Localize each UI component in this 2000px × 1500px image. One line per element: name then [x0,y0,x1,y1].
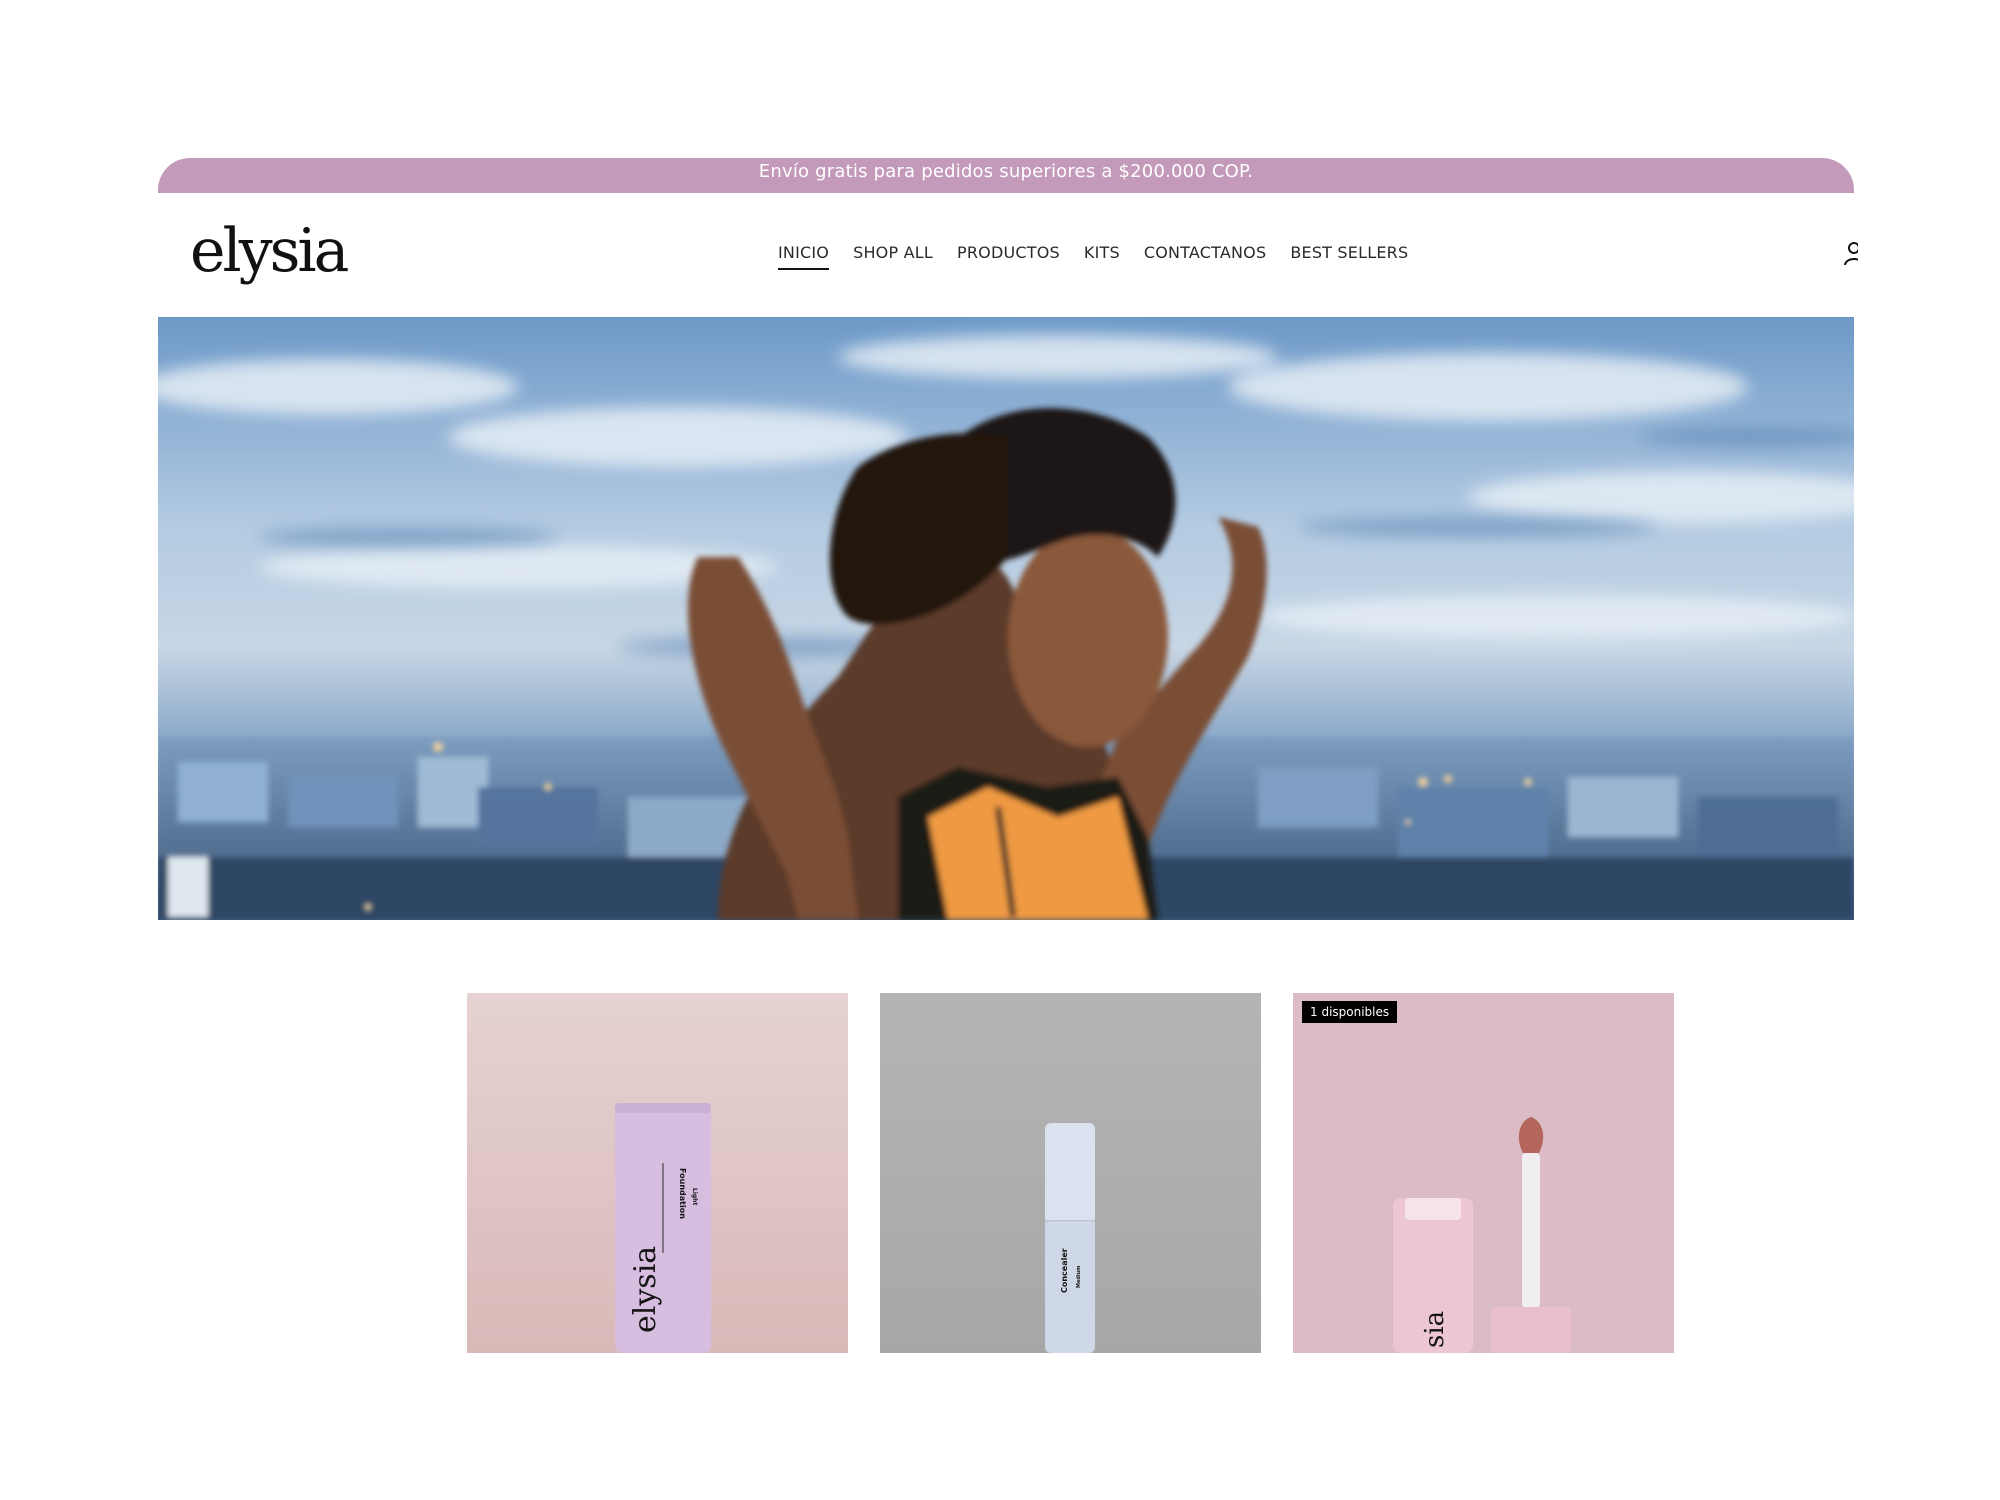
nav-item-inicio[interactable]: INICIO [778,243,830,270]
product-tube-shade: Medium [1076,1266,1082,1288]
user-icon[interactable] [1844,239,1858,269]
nav-item-productos[interactable]: PRODUCTOS [957,243,1060,270]
product-grid: elysia Foundation Light Concealer Medium [467,993,1674,1353]
announcement-text: Envío gratis para pedidos superiores a $… [758,161,1254,182]
page: Envío gratis para pedidos superiores a $… [0,0,2000,1500]
product-image-lip-gloss: sia [1293,993,1674,1353]
product-card-lip-gloss[interactable]: sia 1 disponibles [1293,993,1674,1353]
site-frame: Envío gratis para pedidos superiores a $… [158,158,1858,920]
product-image-concealer: Concealer Medium [880,993,1261,1353]
hero-banner[interactable] [158,317,1854,920]
product-image-foundation: elysia Foundation Light [467,993,848,1353]
product-card-foundation[interactable]: elysia Foundation Light [467,993,848,1353]
product-tube-shade: Light [691,1188,698,1205]
product-tube-name: Foundation [678,1168,687,1219]
main-nav: INICIO SHOP ALL PRODUCTOS KITS CONTACTAN… [778,243,1408,270]
stock-badge: 1 disponibles [1302,1001,1398,1023]
product-tube-brand: sia [1420,1311,1450,1348]
nav-item-shop-all[interactable]: SHOP ALL [853,243,933,270]
nav-item-contactanos[interactable]: CONTACTANOS [1144,243,1267,270]
nav-item-kits[interactable]: KITS [1084,243,1120,270]
announcement-bar: Envío gratis para pedidos superiores a $… [158,158,1854,193]
product-tube-brand: elysia [628,1246,663,1333]
product-tube-name: Concealer [1060,1248,1069,1293]
product-card-concealer[interactable]: Concealer Medium [880,993,1261,1353]
nav-item-best-sellers[interactable]: BEST SELLERS [1290,243,1408,270]
logo[interactable]: elysia [190,211,349,291]
hero-image [158,317,1854,920]
site-header: elysia INICIO SHOP ALL PRODUCTOS KITS CO… [158,193,1858,317]
